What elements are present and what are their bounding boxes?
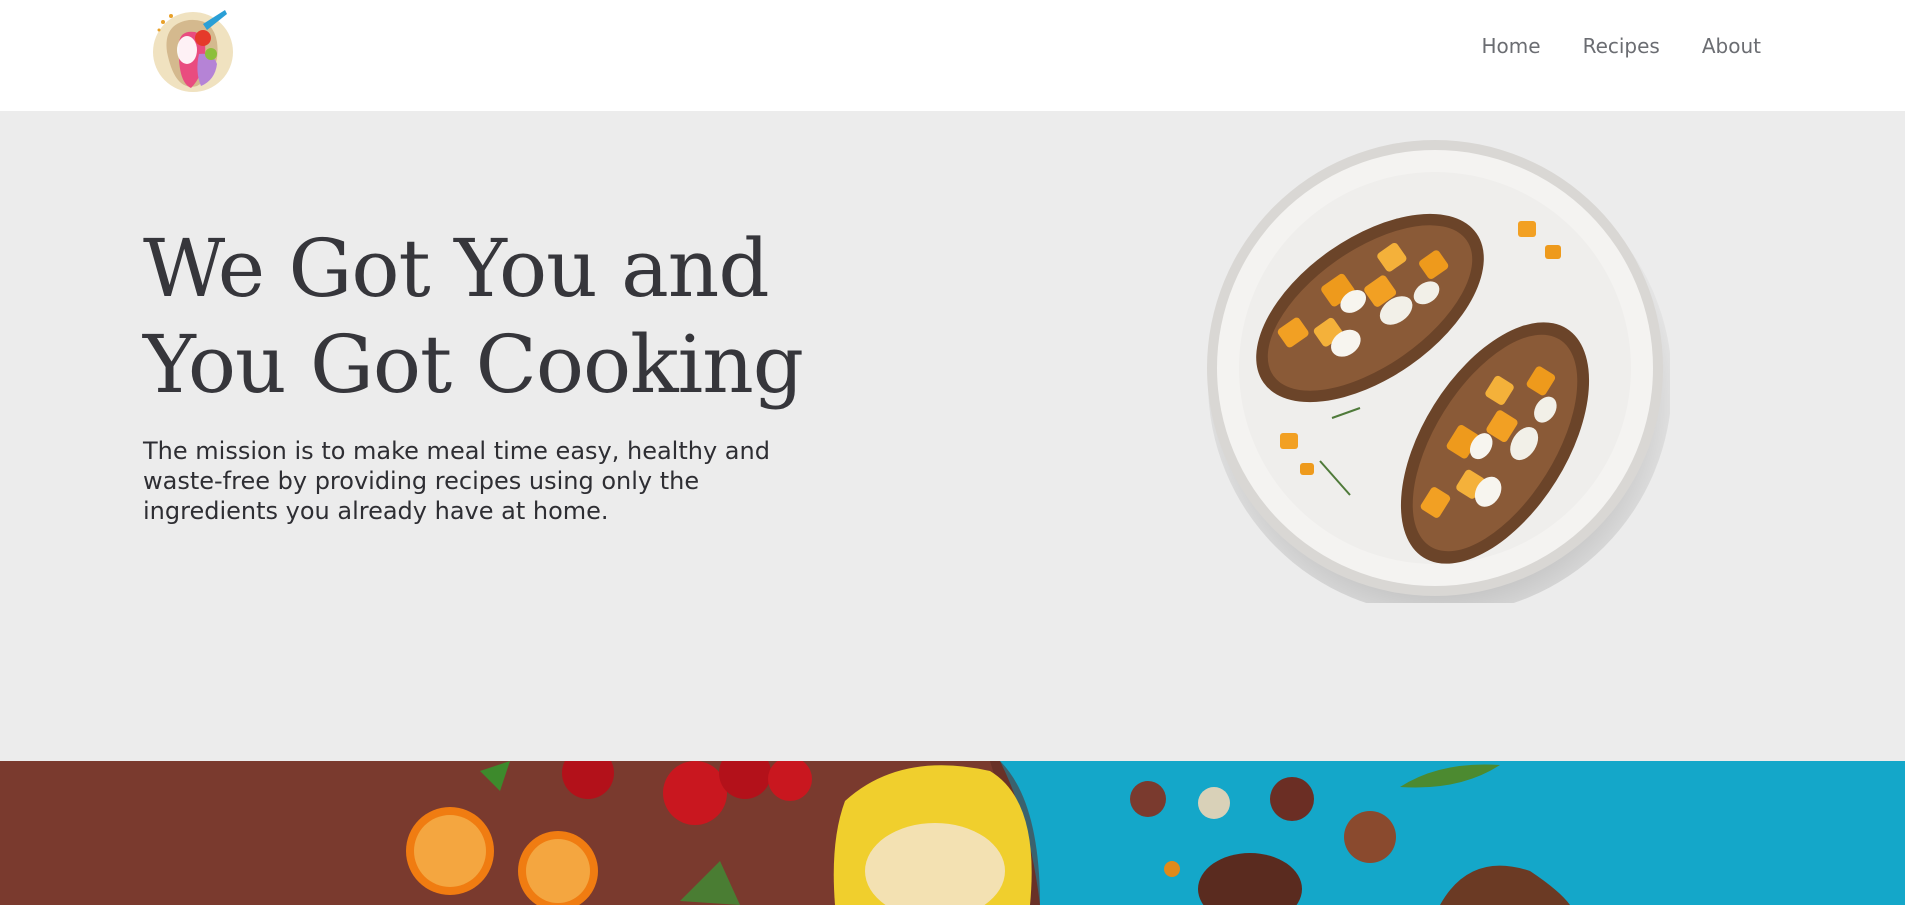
hero-headline: We Got You and You Got Cooking <box>143 221 843 413</box>
toast-plate-image <box>1200 133 1672 615</box>
mission-statement: The mission is to make meal time easy, h… <box>143 437 770 525</box>
hero-section: We Got You and You Got Cooking The missi… <box>0 111 1905 761</box>
headline-line-1: We Got You and <box>143 222 770 315</box>
nav-recipes-link[interactable]: Recipes <box>1583 34 1660 58</box>
nav-home-link[interactable]: Home <box>1482 34 1541 58</box>
top-navigation-bar: Home Recipes About <box>0 0 1905 111</box>
nav-about-link[interactable]: About <box>1702 34 1761 58</box>
main-nav: Home Recipes About <box>1482 34 1761 58</box>
ingredients-banner-image <box>0 761 1905 905</box>
headline-line-2: You Got Cooking <box>143 318 804 411</box>
chef-logo-icon[interactable] <box>143 2 243 98</box>
